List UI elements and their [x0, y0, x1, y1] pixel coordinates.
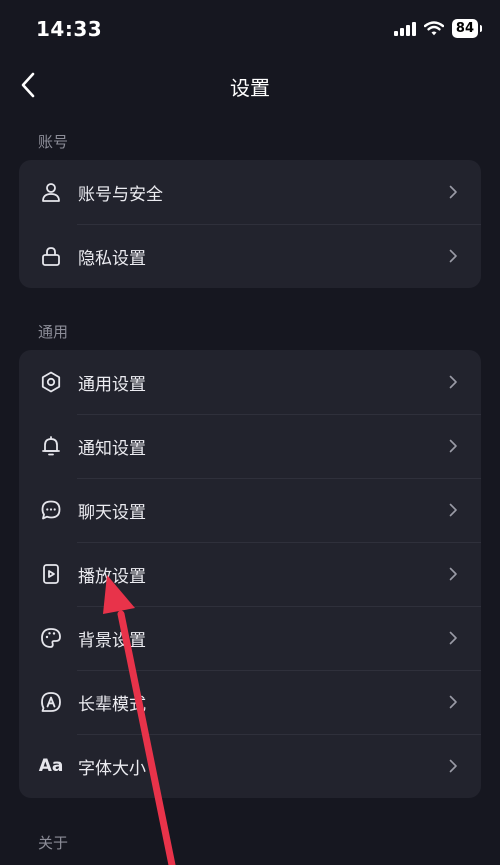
- battery-icon: 84: [451, 19, 483, 38]
- chat-bubble-icon: [39, 498, 63, 522]
- chevron-right-icon: [449, 249, 457, 263]
- section-title-account: 账号: [38, 133, 69, 151]
- palette-icon: [39, 626, 63, 650]
- settings-row-account-security[interactable]: 账号与安全: [19, 160, 481, 224]
- user-icon: [39, 180, 63, 204]
- nav-bar: 设置: [0, 60, 500, 110]
- chevron-right-icon: [449, 567, 457, 581]
- chevron-right-icon: [449, 185, 457, 199]
- font-size-glyph: Aa: [38, 756, 64, 776]
- row-label: 通用设置: [78, 374, 146, 395]
- settings-row-playback[interactable]: 播放设置: [19, 542, 481, 606]
- settings-row-background[interactable]: 背景设置: [19, 606, 481, 670]
- settings-group-general: 通用设置 通知设置 聊天设置 播放设置 背景设置 长辈模式 Aa 字体大小: [19, 350, 481, 798]
- row-label: 通知设置: [78, 438, 146, 459]
- chevron-right-icon: [449, 375, 457, 389]
- wifi-icon: [423, 21, 444, 36]
- chevron-right-icon: [449, 759, 457, 773]
- settings-row-notifications[interactable]: 通知设置: [19, 414, 481, 478]
- row-label: 字体大小: [78, 758, 146, 779]
- page-title: 设置: [230, 76, 270, 100]
- row-label: 长辈模式: [78, 694, 146, 715]
- gear-icon: [39, 370, 63, 394]
- row-label: 账号与安全: [78, 184, 163, 205]
- row-label: 聊天设置: [78, 502, 146, 523]
- chevron-right-icon: [449, 503, 457, 517]
- section-title-general: 通用: [38, 323, 69, 341]
- font-size-icon: Aa: [38, 754, 64, 778]
- play-icon: [39, 562, 63, 586]
- cellular-signal-icon: [393, 21, 416, 36]
- settings-row-elder-mode[interactable]: 长辈模式: [19, 670, 481, 734]
- row-label: 背景设置: [78, 630, 146, 651]
- bell-icon: [39, 434, 63, 458]
- settings-row-general[interactable]: 通用设置: [19, 350, 481, 414]
- status-bar: 14:33 84: [0, 0, 500, 60]
- settings-row-chat[interactable]: 聊天设置: [19, 478, 481, 542]
- chevron-right-icon: [449, 439, 457, 453]
- lock-icon: [39, 244, 63, 268]
- chevron-right-icon: [449, 631, 457, 645]
- status-icons: 84: [393, 19, 483, 38]
- settings-row-font-size[interactable]: Aa 字体大小: [19, 734, 481, 798]
- status-time: 14:33: [36, 17, 103, 41]
- section-title-about: 关于: [38, 834, 69, 852]
- chevron-right-icon: [449, 695, 457, 709]
- settings-row-privacy[interactable]: 隐私设置: [19, 224, 481, 288]
- settings-group-account: 账号与安全 隐私设置: [19, 160, 481, 288]
- elder-mode-icon: [39, 690, 63, 714]
- row-label: 隐私设置: [78, 248, 146, 269]
- row-label: 播放设置: [78, 566, 146, 587]
